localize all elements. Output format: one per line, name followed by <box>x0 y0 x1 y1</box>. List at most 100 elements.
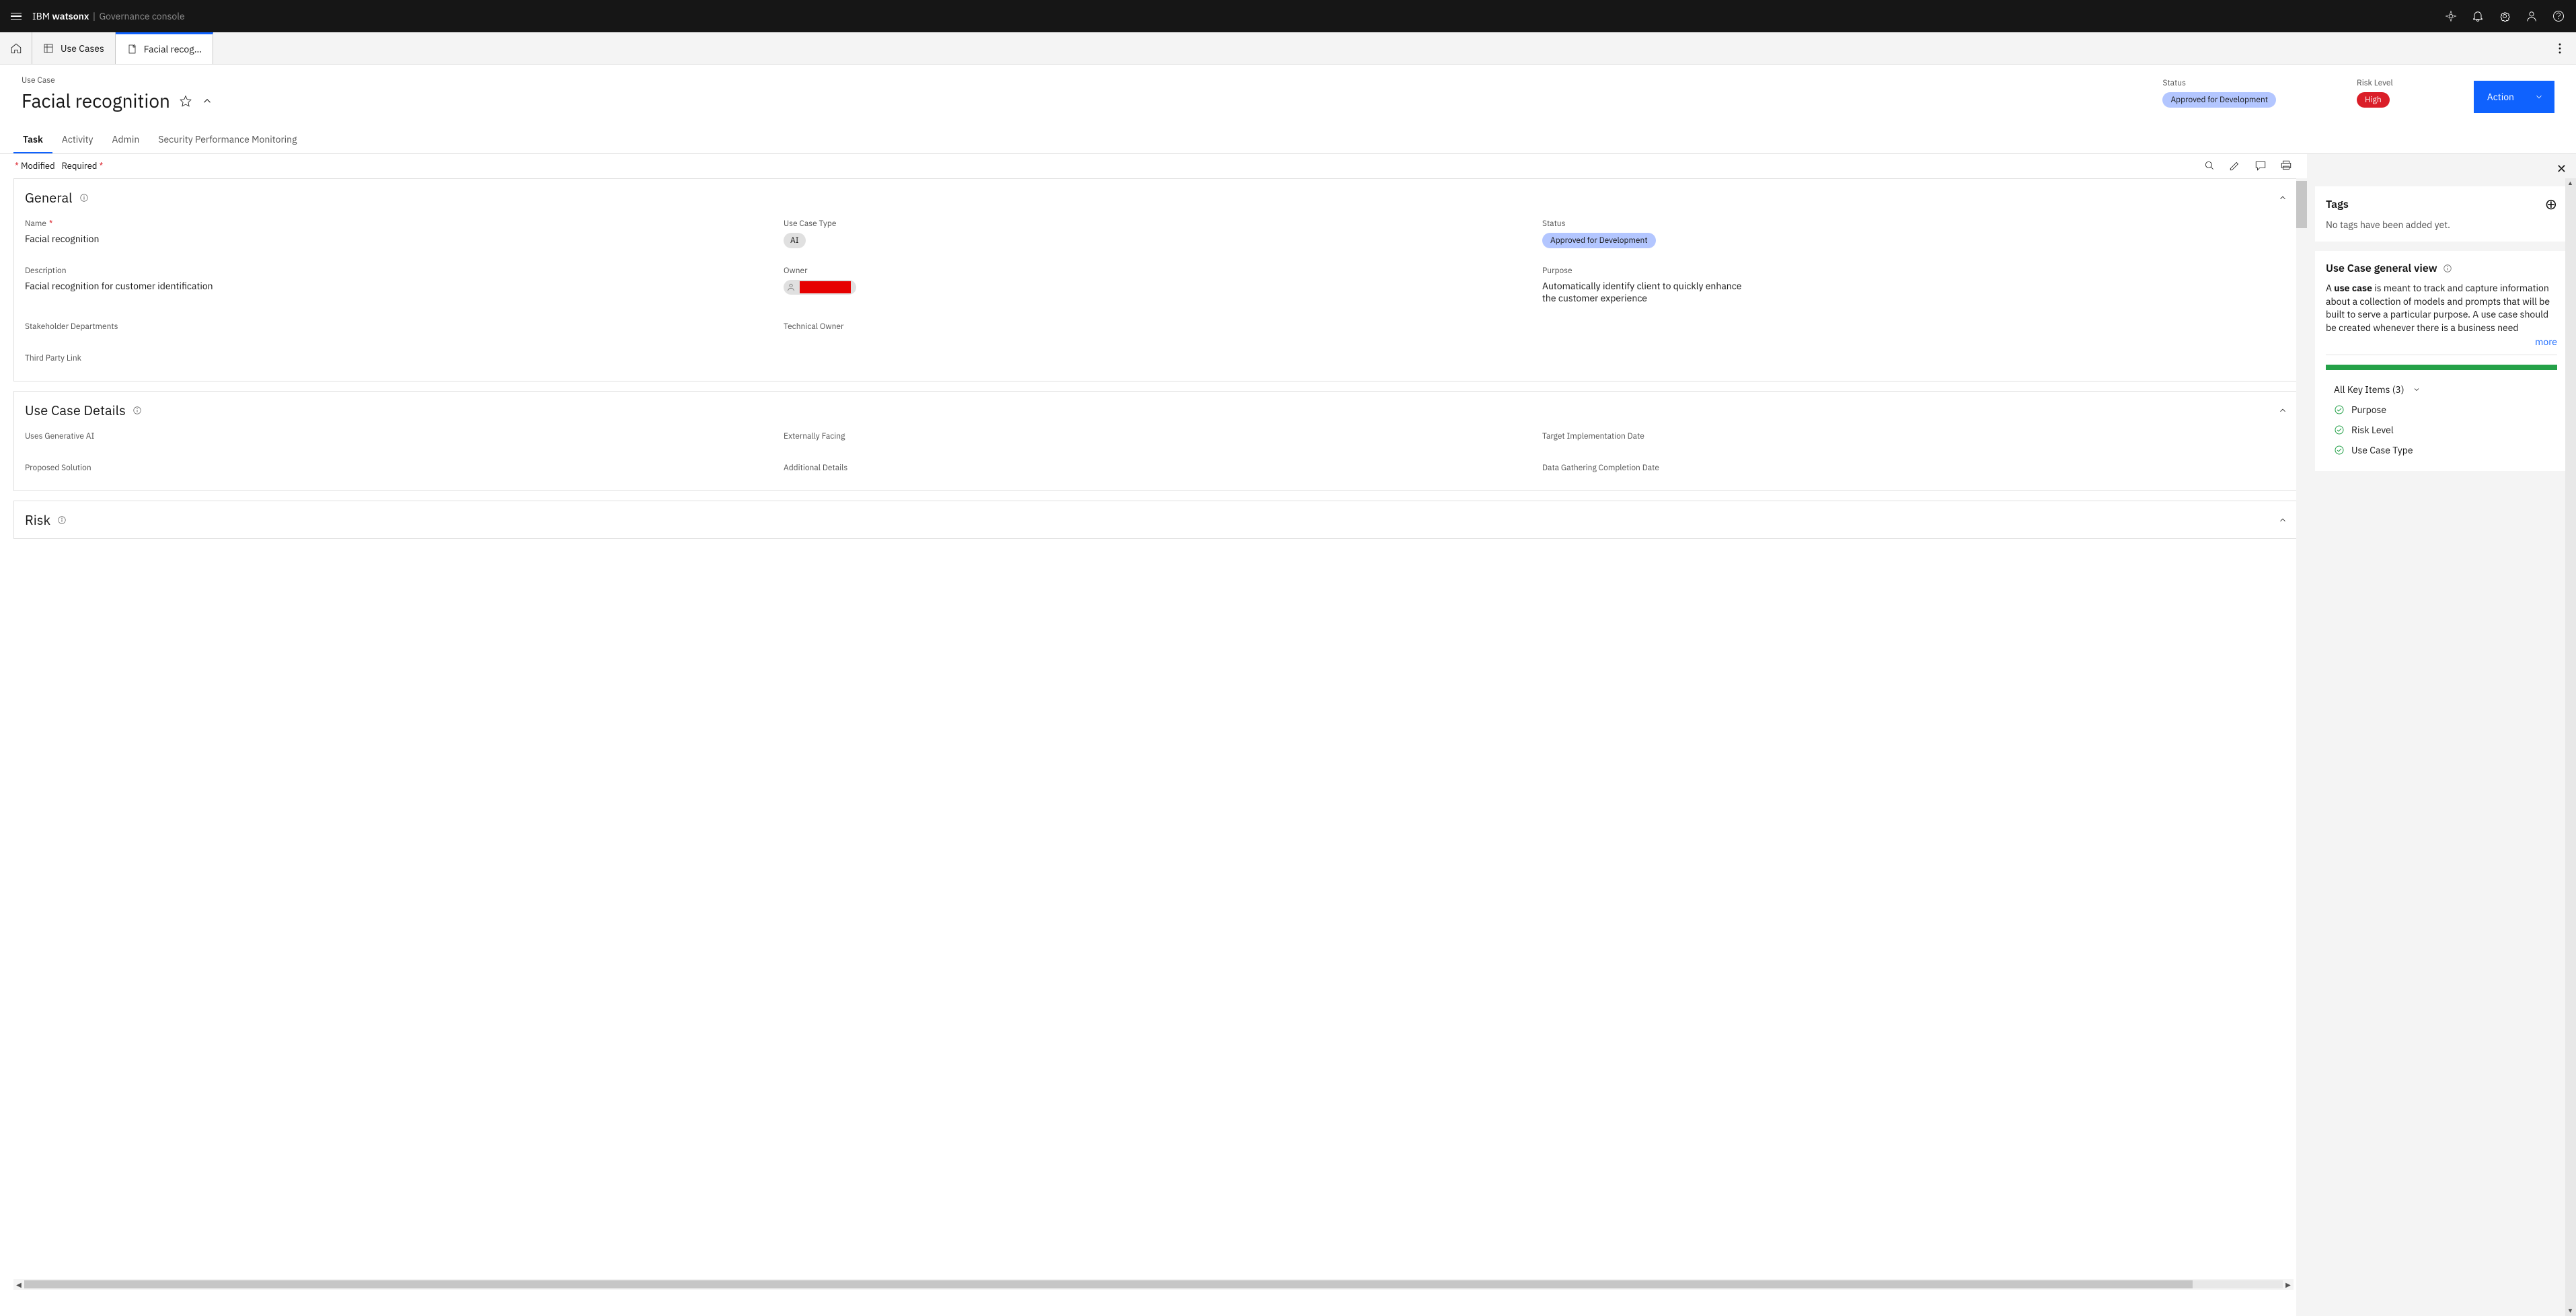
grid-icon <box>43 43 54 54</box>
section-header-risk[interactable]: Risk <box>14 501 2298 538</box>
toolbar-row: * Modified Required * <box>0 154 2307 177</box>
tags-title: Tags <box>2326 198 2349 211</box>
chevron-up-icon[interactable] <box>2278 193 2287 203</box>
tab-label: Facial recog… <box>144 43 202 55</box>
main-content: General Name * Facial recognition Use Ca… <box>0 178 2307 1316</box>
scroll-thumb[interactable] <box>24 1280 2193 1288</box>
owner-chip[interactable] <box>784 280 856 295</box>
field-target-implementation-date: Target Implementation Date <box>1542 431 2287 445</box>
status-badge: Approved for Development <box>2162 92 2276 108</box>
scroll-right-arrow[interactable]: ▶ <box>2283 1280 2294 1289</box>
general-view-title: Use Case general view <box>2326 262 2437 275</box>
scroll-left-arrow[interactable]: ◀ <box>13 1280 24 1289</box>
home-icon <box>10 42 22 54</box>
tab-use-cases[interactable]: Use Cases <box>32 32 116 64</box>
info-icon[interactable] <box>132 406 142 415</box>
side-panel: Tags ⊕ No tags have been added yet. Use … <box>2307 178 2576 1316</box>
risk-badge: High <box>2357 92 2390 108</box>
chevron-up-icon[interactable] <box>2278 515 2287 525</box>
print-icon[interactable] <box>2280 159 2292 172</box>
home-tab[interactable] <box>0 32 32 64</box>
info-icon[interactable] <box>79 193 89 203</box>
field-owner: Owner <box>784 266 1529 304</box>
brand-title: IBM watsonx | Governance console <box>32 10 185 22</box>
key-item-purpose[interactable]: Purpose <box>2326 400 2557 420</box>
favorite-icon[interactable] <box>180 95 192 107</box>
tab-task[interactable]: Task <box>13 126 52 153</box>
collapse-title-icon[interactable] <box>201 95 213 107</box>
field-purpose: Purpose Automatically identify client to… <box>1542 266 2287 304</box>
field-externally-facing: Externally Facing <box>784 431 1529 445</box>
section-header-details[interactable]: Use Case Details <box>14 392 2298 429</box>
global-header: IBM watsonx | Governance console <box>0 0 2576 32</box>
status-meta: Status Approved for Development <box>2162 78 2276 108</box>
more-link[interactable]: more <box>2535 336 2557 348</box>
notification-icon[interactable] <box>2471 9 2485 23</box>
field-additional-details: Additional Details <box>784 463 1529 477</box>
legend: * Modified Required * <box>15 160 103 172</box>
field-use-case-type: Use Case Type AI <box>784 219 1529 248</box>
chevron-down-icon <box>2534 92 2544 102</box>
sub-tabs: Task Activity Admin Security Performance… <box>0 126 2576 154</box>
check-circle-icon <box>2334 445 2345 455</box>
tags-empty-text: No tags have been added yet. <box>2326 219 2557 231</box>
compass-icon[interactable] <box>2444 9 2458 23</box>
tab-admin[interactable]: Admin <box>103 126 149 153</box>
section-details: Use Case Details Uses Generative AI Exte… <box>13 391 2299 491</box>
chevron-up-icon[interactable] <box>2278 406 2287 415</box>
check-circle-icon <box>2334 404 2345 415</box>
general-view-card: Use Case general view A use case is mean… <box>2315 251 2568 471</box>
page-title: Facial recognition <box>22 88 170 113</box>
key-items-toggle[interactable]: All Key Items (3) <box>2326 379 2557 400</box>
field-data-gathering-date: Data Gathering Completion Date <box>1542 463 2287 477</box>
user-icon[interactable] <box>2525 9 2538 23</box>
title-block: Use Case Facial recognition <box>22 75 213 113</box>
workspace-tabs: Use Cases Facial recog… <box>0 32 2576 65</box>
document-icon <box>126 44 137 54</box>
field-stakeholder-departments: Stakeholder Departments <box>25 322 770 336</box>
breadcrumb: Use Case <box>22 75 213 85</box>
field-uses-generative-ai: Uses Generative AI <box>25 431 770 445</box>
info-icon[interactable] <box>2443 264 2452 273</box>
add-tag-button[interactable]: ⊕ <box>2545 197 2557 212</box>
overflow-icon <box>2559 43 2561 54</box>
tab-label: Use Cases <box>61 42 104 54</box>
section-risk: Risk <box>13 501 2299 539</box>
close-sidebar-icon[interactable]: ✕ <box>2556 161 2567 176</box>
comment-icon[interactable] <box>2255 159 2267 172</box>
key-item-risk-level[interactable]: Risk Level <box>2326 420 2557 440</box>
status-badge: Approved for Development <box>1542 233 1656 248</box>
sidebar-scrollbar[interactable]: ▲ ▼ <box>2565 178 2576 1316</box>
field-description: Description Facial recognition for custo… <box>25 266 770 304</box>
scroll-thumb[interactable] <box>2296 181 2307 228</box>
action-button[interactable]: Action <box>2474 81 2554 113</box>
edit-icon[interactable] <box>2229 159 2241 172</box>
tab-facial-recognition[interactable]: Facial recog… <box>116 32 213 64</box>
tab-activity[interactable]: Activity <box>52 126 103 153</box>
risk-meta: Risk Level High <box>2357 78 2393 108</box>
header-right <box>2444 9 2565 23</box>
chevron-down-icon <box>2413 386 2421 394</box>
field-status: Status Approved for Development <box>1542 219 2287 248</box>
type-badge: AI <box>784 233 806 248</box>
key-item-use-case-type[interactable]: Use Case Type <box>2326 440 2557 460</box>
tags-card: Tags ⊕ No tags have been added yet. <box>2315 186 2568 242</box>
vertical-scrollbar[interactable] <box>2296 178 2307 1316</box>
settings-icon[interactable] <box>2498 9 2511 23</box>
header-meta: Status Approved for Development Risk Lev… <box>2162 78 2554 113</box>
progress-bar <box>2326 365 2557 370</box>
main-area: General Name * Facial recognition Use Ca… <box>0 178 2576 1316</box>
help-icon[interactable] <box>2552 9 2565 23</box>
menu-icon[interactable] <box>11 13 22 20</box>
info-icon[interactable] <box>57 515 67 525</box>
search-icon[interactable] <box>2203 159 2215 172</box>
section-header-general[interactable]: General <box>14 179 2298 216</box>
content-header: Use Case Facial recognition Status Appro… <box>0 65 2576 113</box>
toolbar-icons <box>2203 159 2292 172</box>
general-view-desc: A use case is meant to track and capture… <box>2326 282 2557 334</box>
check-circle-icon <box>2334 425 2345 435</box>
tab-security-performance[interactable]: Security Performance Monitoring <box>149 126 306 153</box>
horizontal-scrollbar[interactable]: ◀ ▶ <box>13 1279 2294 1290</box>
field-third-party-link: Third Party Link <box>25 353 770 367</box>
tabs-overflow[interactable] <box>2544 32 2576 64</box>
